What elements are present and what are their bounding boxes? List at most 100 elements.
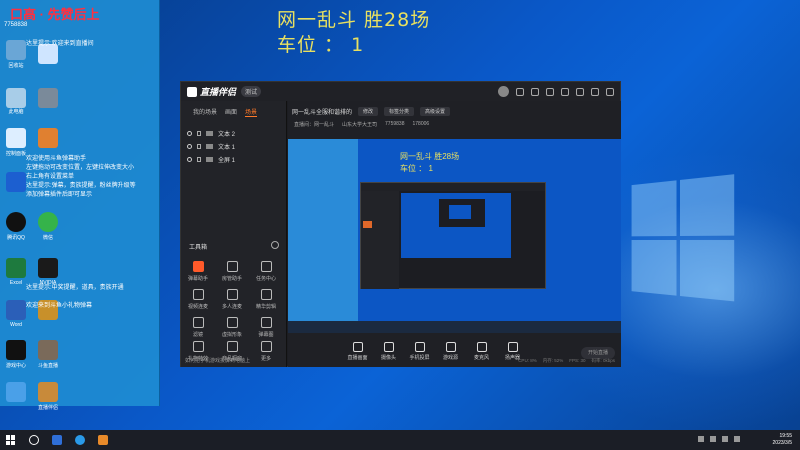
live-companion-window[interactable]: 直播伴侣 测试 我的场景 画面 场景 文本 2 文本 1 全屏 1 工具箱 弹幕…: [180, 81, 621, 367]
overlay-seat-text: 车位 ： 1: [277, 34, 365, 56]
stat-cpu: CPU: 8%: [518, 358, 537, 363]
user-avatar[interactable]: [498, 86, 509, 97]
volume-icon[interactable]: [722, 436, 728, 442]
speaker-icon: [507, 341, 518, 352]
word-icon[interactable]: [6, 300, 26, 320]
tool-filter[interactable]: 滤镜: [183, 317, 213, 338]
live-companion-icon[interactable]: [6, 382, 26, 402]
filter-icon: [192, 317, 204, 328]
source-label: 全屏 1: [218, 158, 236, 164]
source-list: 文本 2 文本 1 全屏 1: [181, 127, 286, 166]
start-button[interactable]: [6, 435, 16, 445]
tool-tasks[interactable]: 任务中心: [251, 261, 281, 282]
eye-icon[interactable]: [187, 144, 192, 149]
category-chip[interactable]: 标签分类: [384, 107, 415, 116]
ctrl-game-source[interactable]: 游戏源: [437, 341, 464, 361]
source-item[interactable]: 文本 1: [181, 140, 286, 153]
room-info: 7759838: [385, 121, 405, 127]
clock[interactable]: 19:55 2023/3/5: [773, 433, 792, 447]
lock-icon[interactable]: [197, 131, 201, 136]
tool-video-link[interactable]: 视频连麦: [183, 289, 213, 310]
tool-label: 更多: [260, 356, 271, 362]
tab-scene[interactable]: 场景: [245, 107, 258, 117]
source-item[interactable]: 文本 2: [181, 127, 286, 140]
lock-icon[interactable]: [197, 144, 201, 149]
tool-more[interactable]: 更多: [251, 341, 281, 362]
folder-icon[interactable]: [38, 382, 58, 402]
help-link[interactable]: 如何把手机游戏投屏到电脑上: [185, 357, 250, 364]
wechat-icon[interactable]: [38, 212, 58, 232]
game-center-icon[interactable]: [6, 340, 26, 360]
mail-icon[interactable]: [546, 87, 554, 96]
version-badge[interactable]: 测试: [241, 86, 262, 97]
tool-clip[interactable]: 精华剪辑: [251, 289, 281, 310]
menu-icon[interactable]: [561, 87, 569, 96]
excel-icon[interactable]: [6, 258, 26, 278]
ctrl-camera[interactable]: 摄像头: [375, 341, 402, 361]
nvidia-icon[interactable]: [38, 258, 58, 278]
edit-chip[interactable]: 修改: [358, 107, 379, 116]
room-info: 直播间：网一乱斗: [294, 122, 335, 128]
room-info: 山东大学大王司: [342, 122, 378, 128]
source-item[interactable]: 全屏 1: [181, 153, 286, 166]
settings-chip[interactable]: 高级设置: [420, 107, 451, 116]
tray-icon[interactable]: [698, 436, 704, 442]
danmu-helper-panel[interactable]: 口高 · 先赞后上 7758838 回收站 此电脑 控制面板 腾讯QQ 微信 E…: [0, 0, 160, 411]
taskbar: 19:55 2023/3/5: [0, 430, 800, 450]
multi-link-icon: [226, 289, 238, 300]
stream-preview[interactable]: 网一乱斗 胜28场 车位 ： 1: [288, 139, 621, 333]
computer-icon[interactable]: [6, 88, 26, 108]
ctrl-phone-cast[interactable]: 手机投屏: [406, 341, 433, 361]
tool-multi-link[interactable]: 多人连麦: [217, 289, 247, 310]
ctrl-label: 手机投屏: [409, 354, 430, 361]
headset-icon[interactable]: [516, 87, 524, 96]
network-icon[interactable]: [710, 436, 716, 442]
tool-label: 多人连麦: [221, 304, 242, 310]
logo-icon: [187, 86, 197, 97]
stat-mem: 内存: 52%: [542, 358, 564, 363]
eye-icon[interactable]: [187, 157, 192, 162]
monitor-icon: [352, 341, 363, 352]
lock-icon[interactable]: [197, 157, 201, 162]
recycle-bin-icon[interactable]: [6, 40, 26, 60]
toolbox-more-icon[interactable]: [271, 241, 279, 249]
app-icon[interactable]: [38, 128, 58, 148]
maximize-icon[interactable]: [591, 87, 599, 96]
search-icon[interactable]: [29, 435, 39, 445]
task-view-icon[interactable]: [52, 435, 62, 445]
tool-avatar[interactable]: 虚拟形象: [217, 317, 247, 338]
preview-danmu-panel: [288, 139, 358, 321]
stream-title[interactable]: 网一乱斗全服和谐排的: [292, 107, 352, 116]
douyu-icon[interactable]: [38, 340, 58, 360]
user-id: 7758838: [4, 22, 28, 28]
gift-icon[interactable]: [531, 87, 539, 96]
ime-icon[interactable]: [734, 436, 740, 442]
preview-tool-tile: [363, 221, 372, 228]
folder-icon: [206, 157, 213, 162]
eye-icon[interactable]: [187, 131, 192, 136]
gift-fx-icon: [192, 341, 204, 352]
minimize-icon[interactable]: [576, 87, 584, 96]
edge-taskbar-icon[interactable]: [75, 435, 85, 445]
avatar-icon: [226, 317, 238, 328]
clip-icon: [260, 289, 272, 300]
tool-room-admin[interactable]: 房管助手: [217, 261, 247, 282]
ctrl-label: 麦克风: [473, 354, 489, 361]
preview-recursive-window: [360, 182, 546, 289]
close-icon[interactable]: [606, 87, 614, 96]
ctrl-mic[interactable]: 麦克风: [468, 341, 495, 361]
qq-icon[interactable]: [6, 212, 26, 232]
tab-scenes[interactable]: 我的场景: [193, 107, 217, 117]
title-bar[interactable]: 直播伴侣 测试: [181, 82, 620, 101]
preview-nested-window: [439, 199, 485, 227]
ctrl-screen[interactable]: 直播画面: [344, 341, 371, 361]
app-name: 直播伴侣: [200, 87, 237, 97]
tool-danmu[interactable]: 弹幕助手: [183, 261, 213, 282]
perf-stats: CPU: 8% 内存: 52% FPS: 30 码率: 0kbps: [518, 358, 615, 364]
edge-icon[interactable]: [6, 172, 26, 192]
live-companion-taskbar-icon[interactable]: [98, 435, 108, 445]
settings-icon[interactable]: [38, 88, 58, 108]
control-panel-icon[interactable]: [6, 128, 26, 148]
tool-danmu-image[interactable]: 弹幕图: [251, 317, 281, 338]
tab-canvas[interactable]: 画面: [225, 107, 237, 117]
